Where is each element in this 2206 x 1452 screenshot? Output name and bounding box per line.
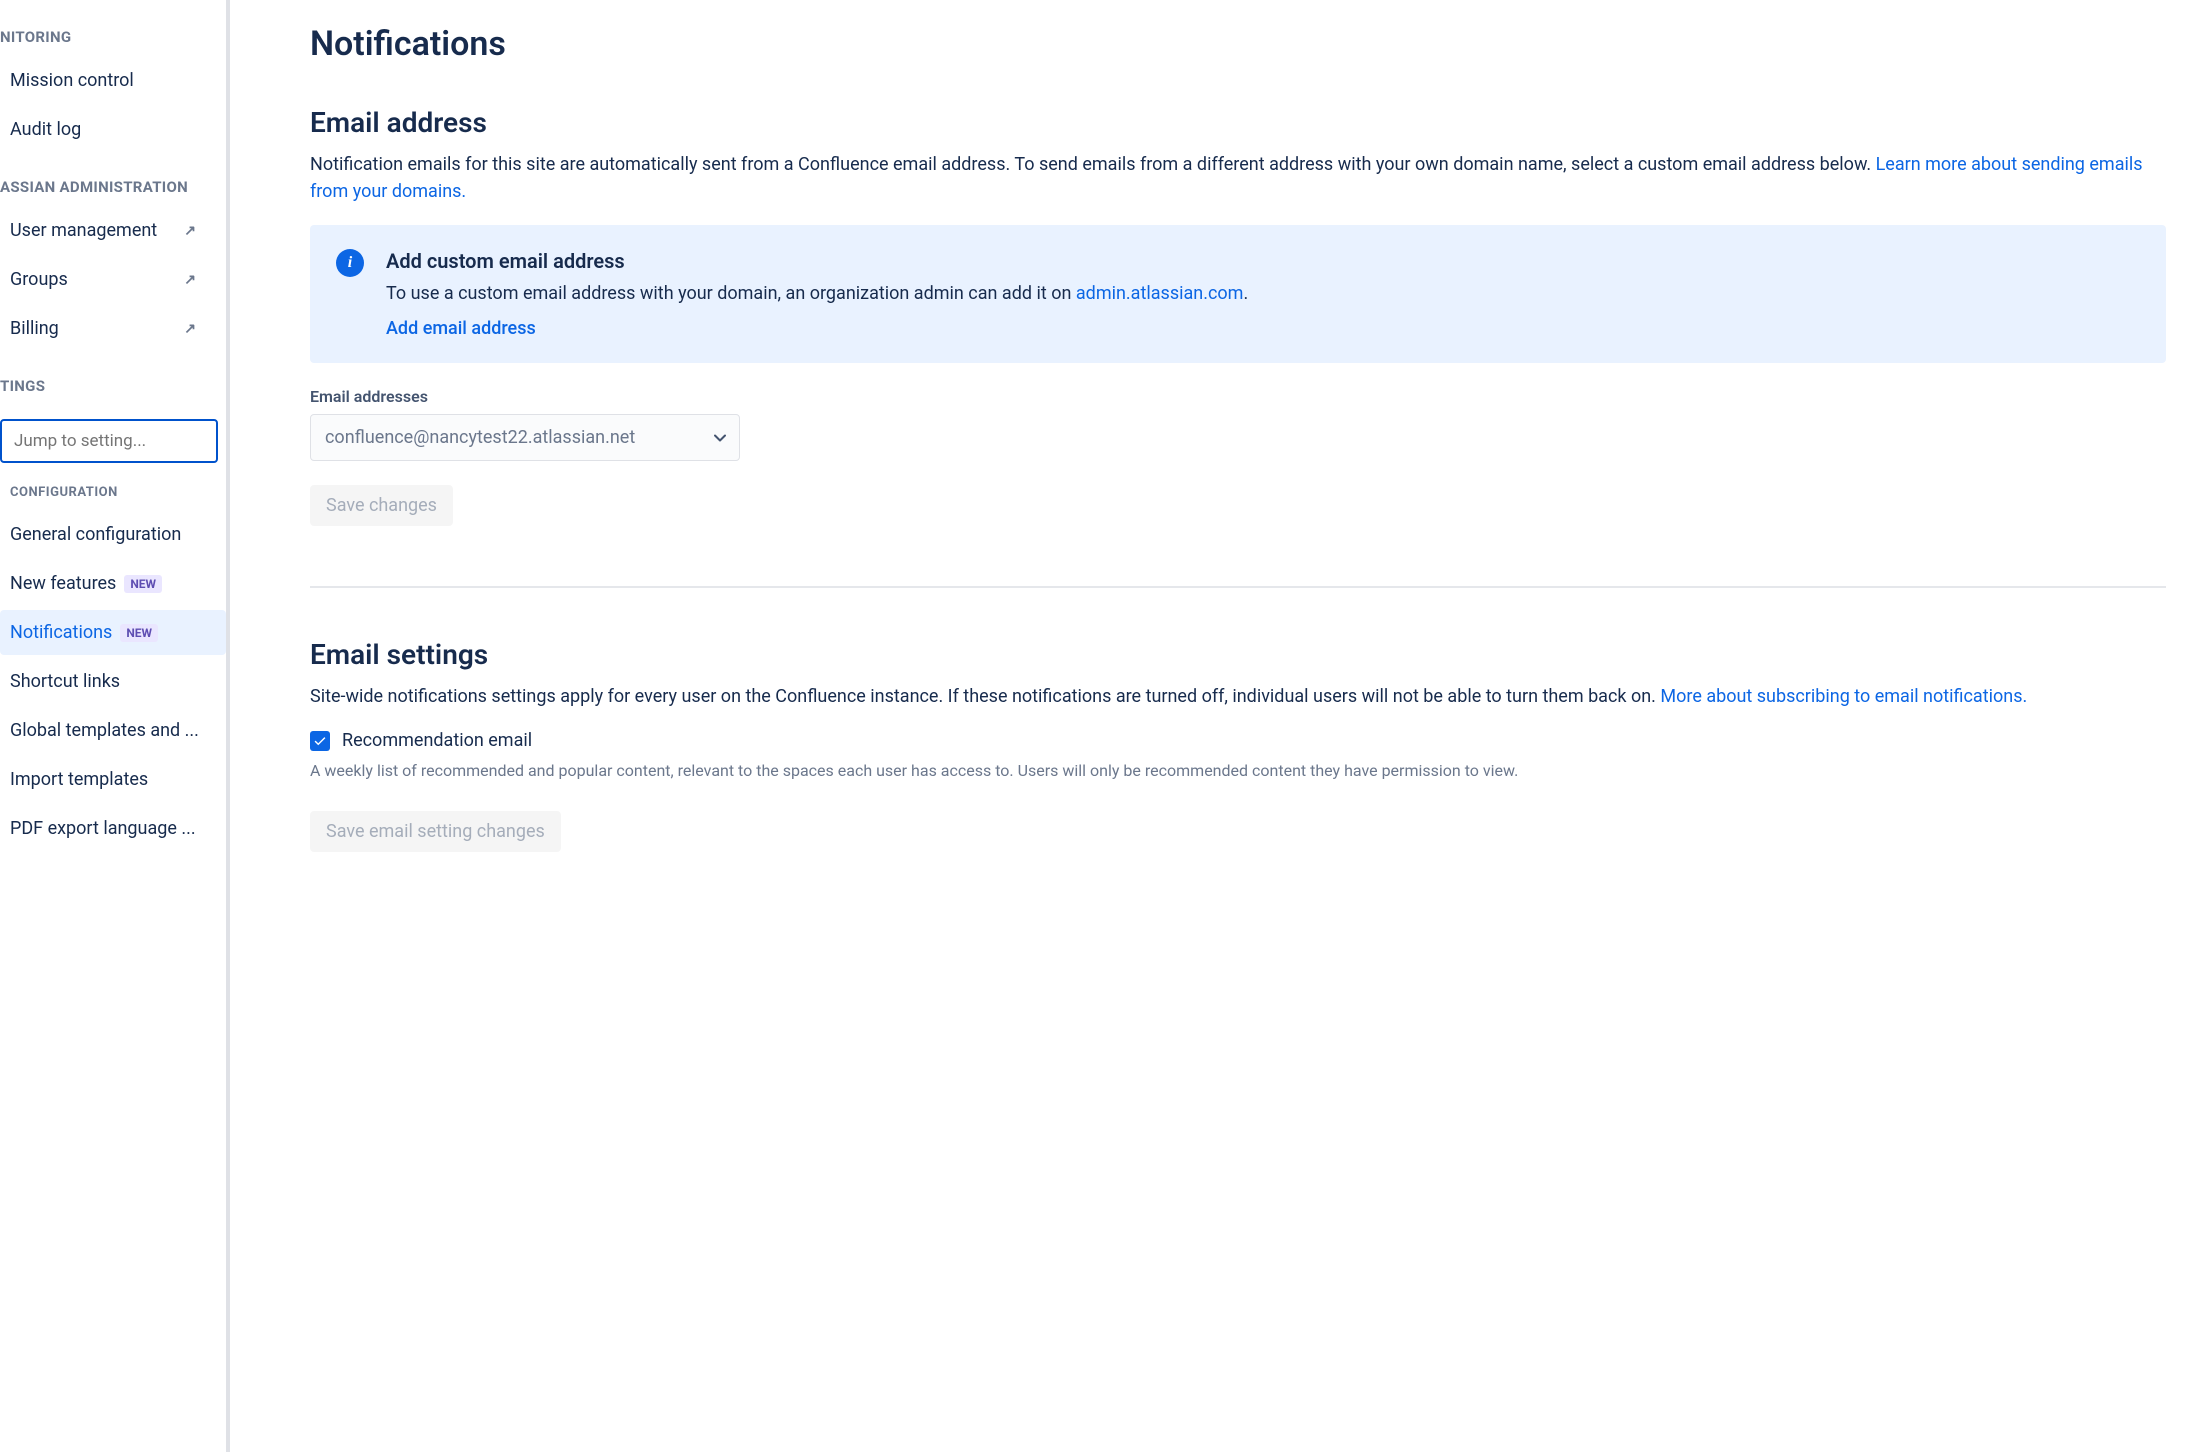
- info-icon: i: [336, 249, 364, 277]
- email-settings-description: Site-wide notifications settings apply f…: [310, 683, 2166, 710]
- sidebar-item-audit-log[interactable]: Audit log: [0, 107, 226, 152]
- sidebar-item-new-features[interactable]: New featuresNEW: [0, 561, 226, 606]
- more-about-subscribing-link[interactable]: More about subscribing to email notifica…: [1660, 686, 2027, 707]
- sidebar-item-mission-control[interactable]: Mission control: [0, 58, 226, 103]
- sidebar-section-monitoring: NITORING: [0, 20, 226, 54]
- save-changes-button[interactable]: Save changes: [310, 485, 453, 526]
- external-link-icon: ↗: [184, 223, 196, 239]
- new-badge: NEW: [124, 575, 162, 593]
- email-select-wrapper: confluence@nancytest22.atlassian.net: [310, 414, 740, 461]
- info-title: Add custom email address: [386, 249, 1248, 273]
- save-email-settings-button[interactable]: Save email setting changes: [310, 811, 561, 852]
- sidebar-item-global-templates[interactable]: Global templates and ...: [0, 708, 226, 753]
- recommendation-email-row: Recommendation email: [310, 730, 2166, 751]
- email-settings-heading: Email settings: [310, 638, 2166, 671]
- sidebar-section-admin: ASSIAN ADMINISTRATION: [0, 170, 226, 204]
- sidebar-item-user-management[interactable]: User management↗: [0, 208, 226, 253]
- external-link-icon: ↗: [184, 272, 196, 288]
- page-title: Notifications: [310, 24, 2166, 64]
- email-address-heading: Email address: [310, 106, 2166, 139]
- sidebar: NITORING Mission control Audit log ASSIA…: [0, 0, 230, 1452]
- sidebar-item-pdf-export-language[interactable]: PDF export language ...: [0, 806, 226, 851]
- info-content: Add custom email address To use a custom…: [386, 249, 1248, 339]
- sidebar-search: [0, 419, 218, 463]
- info-text: To use a custom email address with your …: [386, 283, 1248, 304]
- sidebar-search-input[interactable]: [0, 419, 218, 463]
- recommendation-email-checkbox[interactable]: [310, 731, 330, 751]
- new-badge: NEW: [120, 624, 158, 642]
- main-content: Notifications Email address Notification…: [230, 0, 2206, 1452]
- sidebar-item-notifications[interactable]: NotificationsNEW: [0, 610, 226, 655]
- sidebar-section-settings: TINGS: [0, 369, 226, 403]
- sidebar-item-general-configuration[interactable]: General configuration: [0, 512, 226, 557]
- sidebar-item-import-templates[interactable]: Import templates: [0, 757, 226, 802]
- sidebar-item-shortcut-links[interactable]: Shortcut links: [0, 659, 226, 704]
- email-addresses-label: Email addresses: [310, 387, 2166, 406]
- recommendation-email-label: Recommendation email: [342, 730, 532, 751]
- sidebar-item-groups[interactable]: Groups↗: [0, 257, 226, 302]
- divider: [310, 586, 2166, 588]
- recommendation-email-help: A weekly list of recommended and popular…: [310, 759, 2166, 783]
- email-address-select[interactable]: confluence@nancytest22.atlassian.net: [310, 414, 740, 461]
- sidebar-section-configuration: CONFIGURATION: [0, 475, 226, 508]
- admin-atlassian-link[interactable]: admin.atlassian.com: [1076, 283, 1244, 304]
- email-address-description: Notification emails for this site are au…: [310, 151, 2166, 205]
- add-email-address-link[interactable]: Add email address: [386, 318, 536, 339]
- sidebar-item-billing[interactable]: Billing↗: [0, 306, 226, 351]
- external-link-icon: ↗: [184, 321, 196, 337]
- info-panel: i Add custom email address To use a cust…: [310, 225, 2166, 363]
